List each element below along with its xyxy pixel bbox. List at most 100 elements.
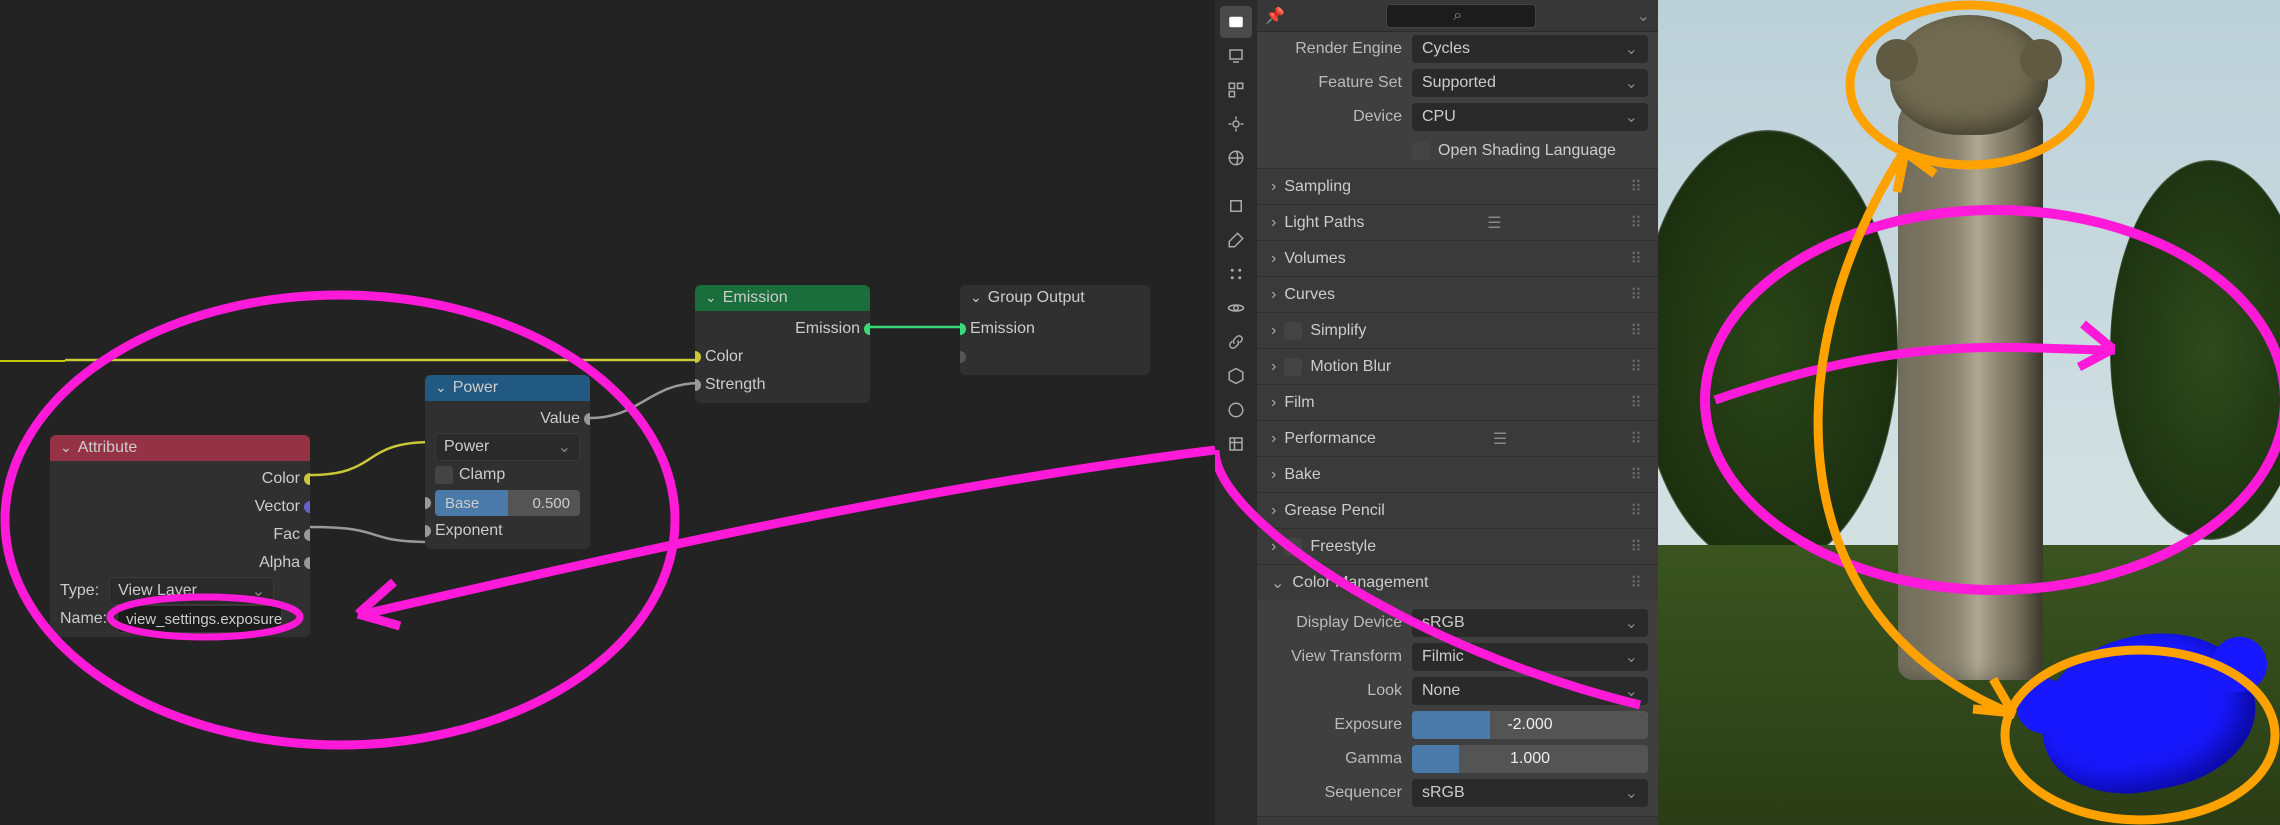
panel-motion-blur[interactable]: Motion Blur⠿ bbox=[1257, 348, 1658, 384]
tab-world[interactable] bbox=[1220, 142, 1252, 174]
look-select[interactable]: None bbox=[1412, 677, 1648, 705]
panel-sampling[interactable]: Sampling⠿ bbox=[1257, 168, 1658, 204]
device-select[interactable]: CPU bbox=[1412, 103, 1648, 131]
input-color: Color bbox=[705, 348, 743, 366]
tab-render[interactable] bbox=[1220, 6, 1252, 38]
feature-set-select[interactable]: Supported bbox=[1412, 69, 1648, 97]
node-header[interactable]: Power bbox=[425, 375, 590, 401]
output-emission: Emission bbox=[795, 320, 860, 338]
node-header[interactable]: Emission bbox=[695, 285, 870, 311]
chevron-down-icon bbox=[435, 379, 447, 397]
base-slider[interactable]: Base0.500 bbox=[435, 490, 580, 516]
panel-light-paths[interactable]: Light Paths☰⠿ bbox=[1257, 204, 1658, 240]
chevron-down-icon bbox=[60, 439, 72, 457]
panel-volumes[interactable]: Volumes⠿ bbox=[1257, 240, 1658, 276]
render-engine-label: Render Engine bbox=[1267, 40, 1412, 58]
socket-emission-in[interactable] bbox=[960, 323, 966, 335]
name-input[interactable]: view_settings.exposure bbox=[117, 605, 282, 633]
chevron-down-icon bbox=[705, 289, 717, 307]
display-device-select[interactable]: sRGB bbox=[1412, 609, 1648, 637]
socket-strength-in[interactable] bbox=[695, 379, 701, 391]
feature-set-label: Feature Set bbox=[1267, 74, 1412, 92]
tab-texture[interactable] bbox=[1220, 428, 1252, 460]
node-title: Emission bbox=[723, 289, 788, 307]
tab-physics[interactable] bbox=[1220, 292, 1252, 324]
socket-value-out[interactable] bbox=[584, 413, 590, 425]
node-wires bbox=[0, 0, 1215, 825]
tab-modifier[interactable] bbox=[1220, 224, 1252, 256]
osl-label: Open Shading Language bbox=[1438, 142, 1616, 160]
panel-curves[interactable]: Curves⠿ bbox=[1257, 276, 1658, 312]
view-transform-select[interactable]: Filmic bbox=[1412, 643, 1648, 671]
sequencer-label: Sequencer bbox=[1267, 784, 1412, 802]
node-header[interactable]: Group Output bbox=[960, 285, 1150, 311]
tab-output[interactable] bbox=[1220, 40, 1252, 72]
look-label: Look bbox=[1267, 682, 1412, 700]
render-engine-select[interactable]: Cycles bbox=[1412, 35, 1648, 63]
tab-data[interactable] bbox=[1220, 360, 1252, 392]
node-title: Attribute bbox=[78, 439, 138, 457]
node-wire-input bbox=[0, 360, 65, 362]
node-header[interactable]: Attribute bbox=[50, 435, 310, 461]
options-icon[interactable]: ⌄ bbox=[1637, 6, 1650, 26]
panel-freestyle[interactable]: Freestyle⠿ bbox=[1257, 528, 1658, 564]
motion-blur-checkbox[interactable] bbox=[1284, 358, 1302, 376]
input-strength: Strength bbox=[705, 376, 765, 394]
search-input[interactable] bbox=[1386, 4, 1536, 28]
socket-fac[interactable] bbox=[304, 529, 310, 541]
exposure-label: Exposure bbox=[1267, 716, 1412, 734]
panel-performance[interactable]: Performance☰⠿ bbox=[1257, 420, 1658, 456]
panel-use-curves[interactable]: Use Curves bbox=[1257, 816, 1658, 825]
tab-constraints[interactable] bbox=[1220, 326, 1252, 358]
panel-grease-pencil[interactable]: Grease Pencil⠿ bbox=[1257, 492, 1658, 528]
freestyle-checkbox[interactable] bbox=[1284, 538, 1302, 556]
annotation-magenta bbox=[0, 0, 1215, 825]
tab-scene[interactable] bbox=[1220, 108, 1252, 140]
panel-color-management[interactable]: Color Management⠿ bbox=[1257, 564, 1658, 600]
node-title: Group Output bbox=[988, 289, 1085, 307]
render-preview bbox=[1658, 0, 2280, 825]
tab-particles[interactable] bbox=[1220, 258, 1252, 290]
panel-simplify[interactable]: Simplify⠿ bbox=[1257, 312, 1658, 348]
socket-color[interactable] bbox=[304, 473, 310, 485]
operation-select[interactable]: Power bbox=[435, 433, 580, 461]
socket-emission-out[interactable] bbox=[864, 323, 870, 335]
properties-panel: 📌 ⌄ Render EngineCycles Feature SetSuppo… bbox=[1215, 0, 1658, 825]
properties-tabs bbox=[1215, 0, 1257, 825]
group-output-node[interactable]: Group Output Emission bbox=[960, 285, 1150, 375]
pin-icon[interactable]: 📌 bbox=[1265, 6, 1285, 26]
type-select[interactable]: View Layer bbox=[109, 577, 274, 605]
tab-material[interactable] bbox=[1220, 394, 1252, 426]
emission-node[interactable]: Emission Emission Color Strength bbox=[695, 285, 870, 403]
exponent-label: Exponent bbox=[435, 522, 503, 540]
panel-bake[interactable]: Bake⠿ bbox=[1257, 456, 1658, 492]
socket-vector[interactable] bbox=[304, 501, 310, 513]
power-node[interactable]: Power Value Power Clamp Base0.500 Expone… bbox=[425, 375, 590, 549]
gamma-slider[interactable]: 1.000 bbox=[1412, 745, 1648, 773]
output-fac: Fac bbox=[273, 526, 300, 544]
sequencer-select[interactable]: sRGB bbox=[1412, 779, 1648, 807]
input-emission: Emission bbox=[970, 320, 1035, 338]
clamp-checkbox[interactable] bbox=[435, 466, 453, 484]
properties-header: 📌 ⌄ bbox=[1257, 0, 1658, 32]
socket-empty[interactable] bbox=[960, 351, 966, 363]
socket-base[interactable] bbox=[425, 497, 431, 509]
output-vector: Vector bbox=[255, 498, 300, 516]
clamp-label: Clamp bbox=[459, 466, 505, 484]
socket-exponent[interactable] bbox=[425, 525, 431, 537]
tab-object[interactable] bbox=[1220, 190, 1252, 222]
osl-checkbox[interactable] bbox=[1412, 142, 1430, 160]
output-value: Value bbox=[540, 410, 580, 428]
panel-film[interactable]: Film⠿ bbox=[1257, 384, 1658, 420]
device-label: Device bbox=[1267, 108, 1412, 126]
node-editor[interactable]: Attribute Color Vector Fac Alpha Type: V… bbox=[0, 0, 1215, 825]
tab-viewlayer[interactable] bbox=[1220, 74, 1252, 106]
simplify-checkbox[interactable] bbox=[1284, 322, 1302, 340]
socket-color-in[interactable] bbox=[695, 351, 701, 363]
exposure-slider[interactable]: -2.000 bbox=[1412, 711, 1648, 739]
suzanne-head-top bbox=[1890, 15, 2048, 135]
socket-alpha[interactable] bbox=[304, 557, 310, 569]
output-color: Color bbox=[262, 470, 300, 488]
attribute-node[interactable]: Attribute Color Vector Fac Alpha Type: V… bbox=[50, 435, 310, 637]
display-device-label: Display Device bbox=[1267, 614, 1412, 632]
